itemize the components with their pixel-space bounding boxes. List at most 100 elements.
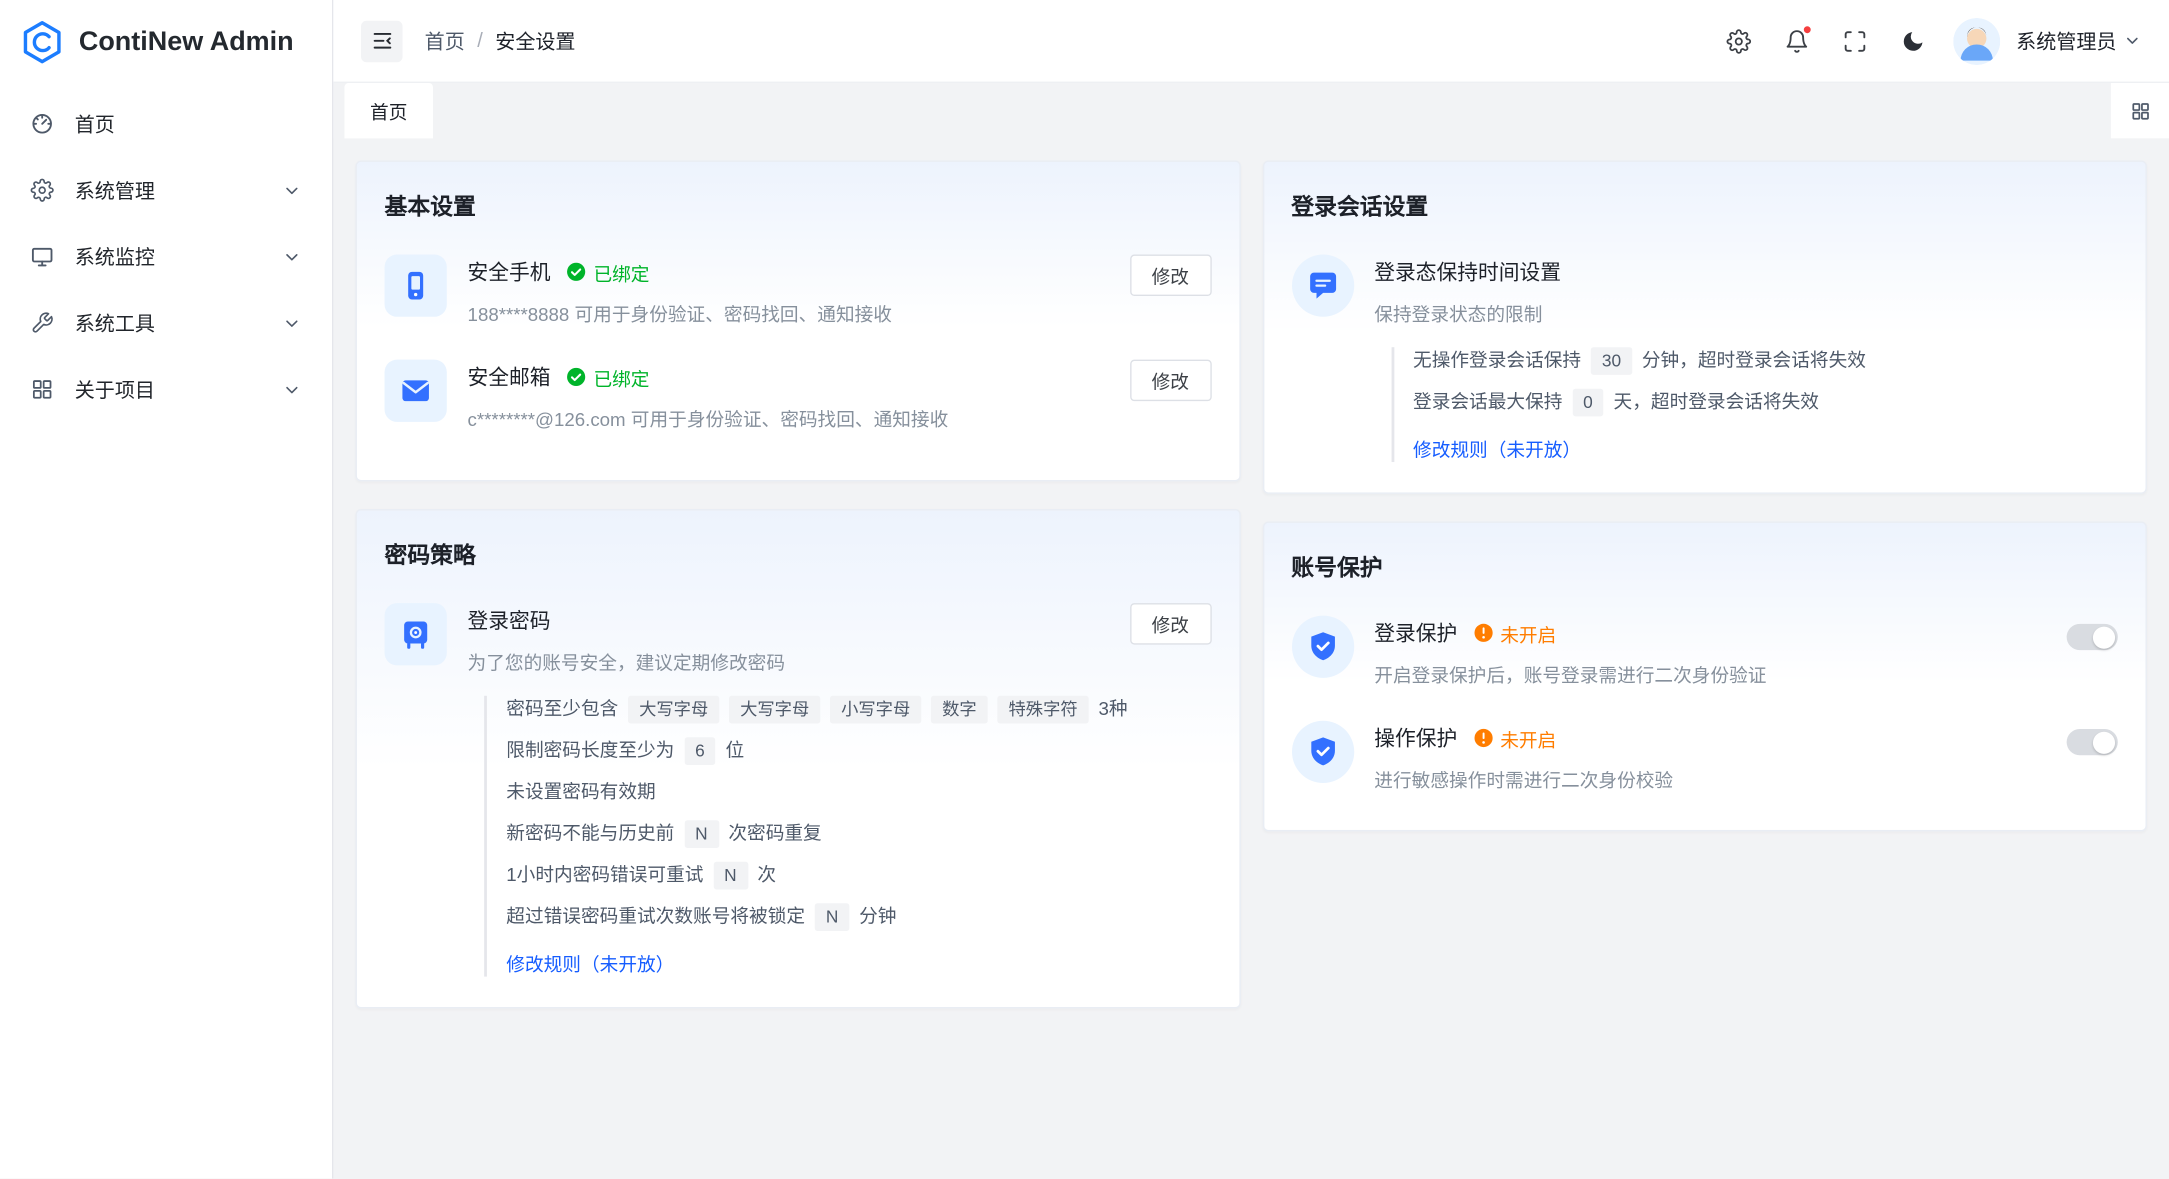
password-rules: 密码至少包含 大写字母 大写字母 小写字母 数字 特殊字符 3种 限制密码长度至… — [484, 696, 1211, 977]
rule-text: 密码至少包含 — [506, 696, 618, 724]
modify-rules-link[interactable]: 修改规则（未开放） — [506, 949, 674, 977]
sidebar-item-label: 系统管理 — [75, 176, 155, 205]
user-menu[interactable]: 系统管理员 — [2011, 26, 2147, 55]
header-actions: 系统管理员 — [1715, 17, 2147, 64]
login-protection-toggle[interactable] — [2067, 624, 2118, 650]
sidebar: ContiNew Admin 首页 系统管理 系统监控 — [0, 0, 333, 1179]
rule-text: 登录会话最大保持 — [1413, 389, 1562, 417]
content-right-column: 登录会话设置 登录态保持时间设置 保持登录状态的限制 — [1262, 160, 2147, 831]
tag-chip: 数字 — [931, 696, 988, 724]
chevron-down-icon — [2123, 32, 2141, 50]
status-badge: 未开启 — [1473, 724, 1557, 752]
avatar-image — [1953, 17, 2000, 64]
tab-label: 首页 — [370, 97, 407, 125]
status-text: 未开启 — [1500, 724, 1556, 752]
notifications-button[interactable] — [1773, 17, 1820, 64]
main-area: 首页 / 安全设置 — [333, 0, 2169, 1179]
item-desc: c********@126.com 可用于身份验证、密码找回、通知接收 — [468, 404, 1108, 432]
operation-protection-row: 操作保护 未开启 进行敏感操作时需进行二次身份校验 — [1291, 721, 2118, 793]
avatar[interactable] — [1953, 17, 2000, 64]
value-chip: 6 — [684, 737, 716, 765]
tab-home[interactable]: 首页 — [344, 83, 433, 138]
item-body: 登录密码 为了您的账号安全，建议定期修改密码 — [468, 603, 1108, 675]
status-badge: 未开启 — [1473, 619, 1557, 647]
rule-no-expiry: 未设置密码有效期 — [506, 779, 1211, 807]
app-logo[interactable]: ContiNew Admin — [0, 0, 332, 83]
sidebar-item-system-tools[interactable]: 系统工具 — [14, 293, 318, 352]
dark-mode-button[interactable] — [1889, 17, 1936, 64]
breadcrumb-separator: / — [477, 30, 483, 52]
phone-icon — [385, 255, 447, 317]
login-protection-row: 登录保护 未开启 开启登录保护后，账号登录需进行二次身份验证 — [1291, 616, 2118, 688]
shield-check-icon — [1291, 616, 1353, 678]
item-name: 操作保护 — [1374, 723, 1457, 752]
status-text: 已绑定 — [593, 258, 649, 286]
value-chip: 30 — [1591, 347, 1632, 375]
breadcrumb-home[interactable]: 首页 — [425, 26, 465, 55]
card-account-protection: 账号保护 登录保护 未开启 — [1262, 522, 2147, 832]
breadcrumb: 首页 / 安全设置 — [425, 26, 576, 55]
item-body: 登录态保持时间设置 保持登录状态的限制 — [1374, 255, 2118, 327]
sidebar-item-system-monitor[interactable]: 系统监控 — [14, 227, 318, 286]
rule-min-length: 限制密码长度至少为 6 位 — [506, 737, 1211, 765]
rule-text: 超过错误密码重试次数账号将被锁定 — [506, 903, 805, 931]
rule-text: 3种 — [1098, 696, 1127, 724]
sidebar-item-system-management[interactable]: 系统管理 — [14, 160, 318, 219]
item-name: 登录密码 — [468, 606, 551, 635]
sidebar-item-label: 关于项目 — [75, 375, 155, 404]
status-text: 已绑定 — [593, 363, 649, 391]
gear-icon — [1726, 28, 1751, 53]
wrench-icon — [30, 311, 54, 335]
rule-idle-session: 无操作登录会话保持 30 分钟，超时登录会话将失效 — [1413, 347, 2118, 375]
shield-check-icon — [1291, 721, 1353, 783]
value-chip: 0 — [1572, 389, 1604, 417]
tab-bar: 首页 — [333, 83, 2169, 138]
security-phone-row: 安全手机 已绑定 188****8888 可用于身份验证、密码找回、通知接收 修… — [385, 255, 1212, 327]
toggle-knob — [2093, 626, 2115, 648]
operation-protection-toggle[interactable] — [2067, 729, 2118, 755]
sidebar-collapse-button[interactable] — [361, 20, 402, 61]
card-title: 登录会话设置 — [1291, 188, 2118, 221]
item-desc: 保持登录状态的限制 — [1374, 299, 2118, 327]
status-badge: 已绑定 — [566, 363, 650, 391]
rule-text: 无操作登录会话保持 — [1413, 347, 1581, 375]
monitor-icon — [30, 245, 54, 269]
rule-text: 分钟，超时登录会话将失效 — [1642, 347, 1866, 375]
settings-button[interactable] — [1715, 17, 1762, 64]
chat-bubble-icon — [1291, 255, 1353, 317]
item-body: 安全手机 已绑定 188****8888 可用于身份验证、密码找回、通知接收 — [468, 255, 1108, 327]
safe-lock-icon — [385, 603, 447, 665]
sidebar-item-label: 系统工具 — [75, 308, 155, 337]
modify-rules-link[interactable]: 修改规则（未开放） — [1413, 434, 1581, 462]
status-text: 未开启 — [1500, 619, 1556, 647]
sidebar-item-label: 首页 — [75, 109, 115, 138]
sidebar-item-about-project[interactable]: 关于项目 — [14, 360, 318, 419]
header: 首页 / 安全设置 — [333, 0, 2169, 83]
card-title: 基本设置 — [385, 188, 1212, 221]
fullscreen-button[interactable] — [1831, 17, 1878, 64]
rule-history-repeat: 新密码不能与历史前 N 次密码重复 — [506, 820, 1211, 848]
item-desc: 开启登录保护后，账号登录需进行二次身份验证 — [1374, 660, 2044, 688]
item-body: 登录保护 未开启 开启登录保护后，账号登录需进行二次身份验证 — [1374, 616, 2044, 688]
item-desc: 进行敏感操作时需进行二次身份校验 — [1374, 765, 2044, 793]
gear-icon — [30, 178, 54, 202]
card-password-policy: 密码策略 登录密码 为了您的账号安全，建议定期修改密码 修改 — [356, 509, 1241, 1008]
check-circle-icon — [566, 367, 587, 388]
card-title: 账号保护 — [1291, 549, 2118, 582]
security-email-row: 安全邮箱 已绑定 c********@126.com 可用于身份验证、密码找回、… — [385, 360, 1212, 432]
modify-password-button[interactable]: 修改 — [1129, 603, 1211, 644]
chevron-down-icon — [282, 313, 301, 332]
modify-email-button[interactable]: 修改 — [1129, 360, 1211, 401]
tab-actions-button[interactable] — [2111, 83, 2169, 138]
sidebar-item-home[interactable]: 首页 — [14, 94, 318, 153]
item-name: 登录保护 — [1374, 618, 1457, 647]
value-chip: N — [684, 820, 719, 848]
chevron-down-icon — [282, 380, 301, 399]
rule-max-session: 登录会话最大保持 0 天，超时登录会话将失效 — [1413, 389, 2118, 417]
rule-lock-minutes: 超过错误密码重试次数账号将被锁定 N 分钟 — [506, 903, 1211, 931]
tag-chip: 大写字母 — [628, 696, 719, 724]
rule-text: 限制密码长度至少为 — [506, 737, 674, 765]
modify-phone-button[interactable]: 修改 — [1129, 255, 1211, 296]
moon-icon — [1900, 28, 1925, 53]
username: 系统管理员 — [2016, 26, 2116, 55]
